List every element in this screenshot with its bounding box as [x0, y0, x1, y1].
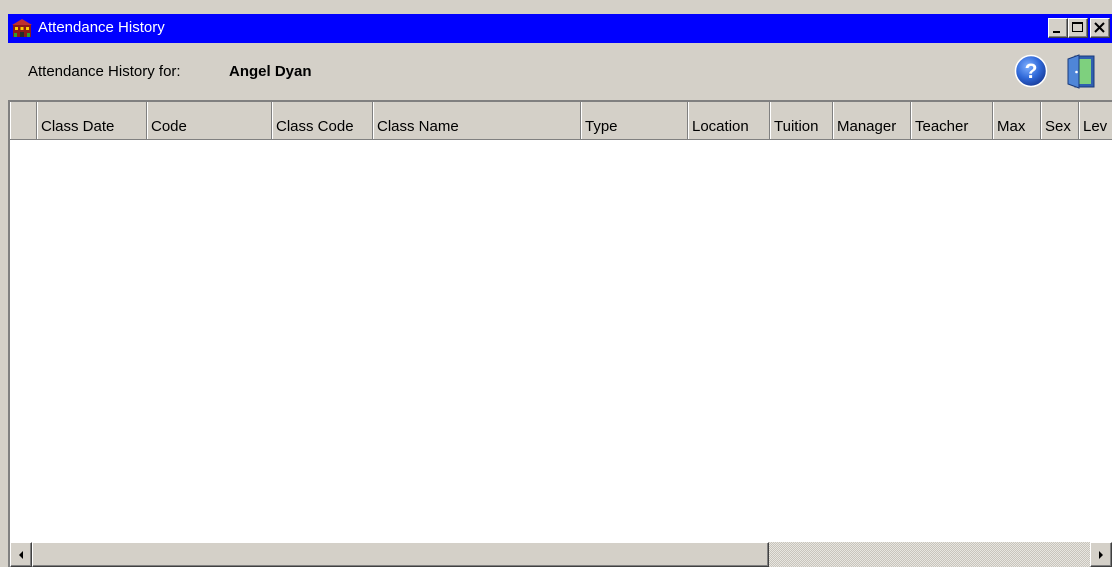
column-header-teacher[interactable]: Teacher — [911, 102, 993, 139]
scrollbar-thumb[interactable] — [32, 542, 769, 567]
student-name: Angel Dyan — [229, 63, 312, 80]
scroll-right-button[interactable] — [1090, 542, 1112, 567]
column-header-sex[interactable]: Sex — [1041, 102, 1079, 139]
column-header-class-name[interactable]: Class Name — [373, 102, 581, 139]
arrow-right-icon — [1099, 551, 1103, 559]
history-header: Attendance History for: Angel Dyan ? — [8, 43, 1112, 98]
column-header-class-code[interactable]: Class Code — [272, 102, 373, 139]
maximize-button[interactable] — [1068, 18, 1088, 38]
column-header-selector[interactable] — [10, 102, 37, 139]
column-header-type[interactable]: Type — [581, 102, 688, 139]
column-header-code[interactable]: Code — [147, 102, 272, 139]
help-question-icon[interactable]: ? — [1014, 54, 1048, 88]
grid-body[interactable] — [10, 140, 1112, 539]
column-header-max[interactable]: Max — [993, 102, 1041, 139]
title-bar[interactable]: Attendance History — [8, 14, 1112, 43]
minimize-icon — [1053, 31, 1060, 33]
scroll-left-button[interactable] — [10, 542, 32, 567]
svg-text:?: ? — [1025, 60, 1038, 83]
attendance-grid[interactable]: Class Date Code Class Code Class Name Ty… — [8, 100, 1112, 567]
window-title: Attendance History — [38, 19, 165, 36]
column-header-location[interactable]: Location — [688, 102, 770, 139]
column-header-class-date[interactable]: Class Date — [37, 102, 147, 139]
close-icon — [1094, 22, 1105, 33]
column-header-tuition[interactable]: Tuition — [770, 102, 833, 139]
column-headers: Class Date Code Class Code Class Name Ty… — [10, 102, 1112, 140]
maximize-icon — [1072, 22, 1083, 32]
close-button[interactable] — [1090, 18, 1110, 38]
horizontal-scrollbar[interactable] — [10, 542, 1112, 567]
school-building-icon — [12, 18, 32, 38]
minimize-button[interactable] — [1048, 18, 1068, 38]
column-header-manager[interactable]: Manager — [833, 102, 911, 139]
history-for-label: Attendance History for: — [28, 63, 181, 80]
exit-door-icon[interactable] — [1066, 53, 1096, 89]
column-header-level[interactable]: Lev — [1079, 102, 1112, 139]
arrow-left-icon — [19, 551, 23, 559]
